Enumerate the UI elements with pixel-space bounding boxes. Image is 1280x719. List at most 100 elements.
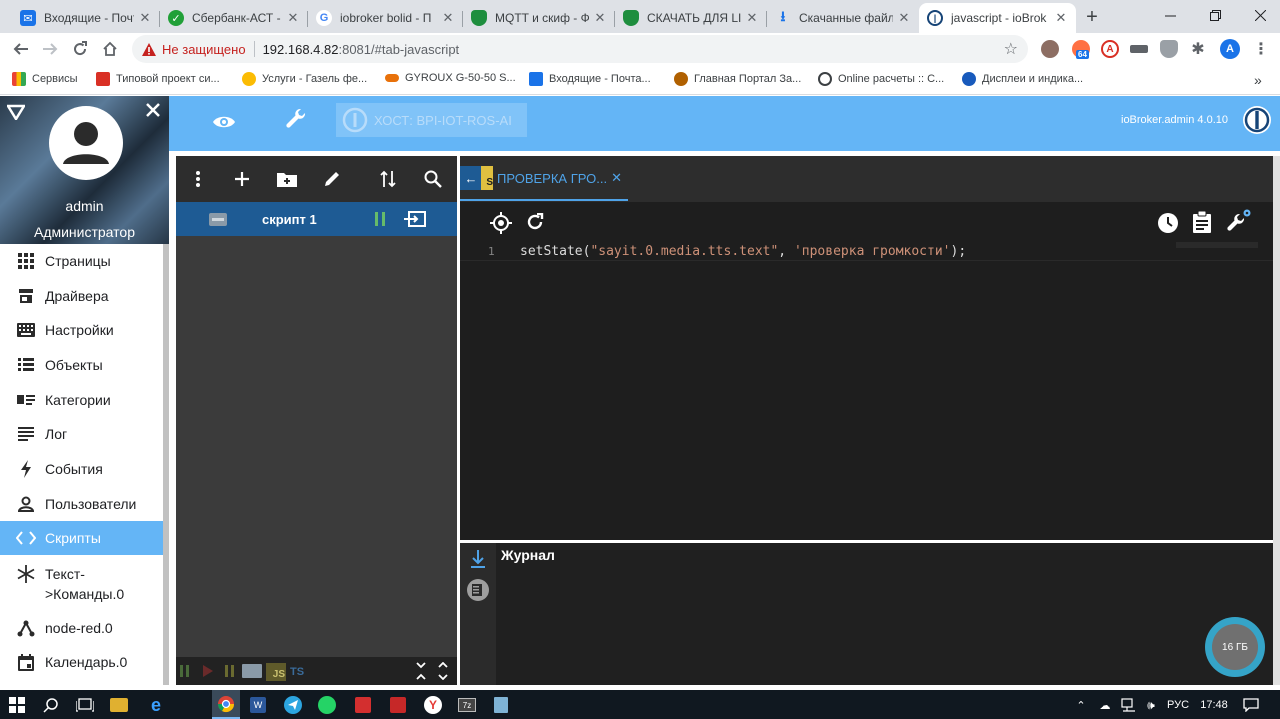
sidebar-item-events[interactable]: События [0, 452, 163, 486]
avatar[interactable] [49, 106, 123, 180]
back-button[interactable] [10, 38, 32, 60]
pause-filter-button[interactable] [225, 665, 235, 677]
sidebar-item-drivers[interactable]: Драйвера [0, 279, 163, 313]
word-icon[interactable]: W [250, 697, 266, 713]
ts-filter-icon[interactable]: TS [290, 666, 304, 678]
new-tab-button[interactable]: + [1082, 6, 1102, 29]
network-icon[interactable] [1118, 694, 1140, 716]
sidebar-item-scripts[interactable]: Скрипты [0, 521, 163, 555]
cloud-icon[interactable]: ☁ [1094, 694, 1116, 716]
restart-button[interactable] [526, 213, 544, 231]
app-icon[interactable] [390, 697, 406, 713]
volume-icon[interactable]: 🕪 [1140, 694, 1162, 716]
profile-avatar[interactable]: A [1220, 39, 1240, 59]
play-all-button[interactable] [203, 665, 213, 677]
telegram-icon[interactable] [284, 696, 302, 714]
menu-toggle-button[interactable] [7, 104, 25, 120]
script-list-item[interactable]: скрипт 1 [176, 202, 457, 236]
bookmark-item[interactable]: Типовой проект си... [96, 72, 220, 86]
address-bar[interactable]: Не защищено 192.168.4.82 :8081/#tab-java… [132, 35, 1028, 63]
more-bookmarks-button[interactable]: » [1254, 72, 1262, 88]
close-tab-icon[interactable]: ✕ [611, 170, 622, 186]
bookmark-services[interactable]: Сервисы [12, 72, 78, 86]
minimize-window-button[interactable] [1150, 2, 1190, 28]
notepad-icon[interactable] [494, 697, 508, 713]
locate-button[interactable] [490, 212, 512, 234]
search-button[interactable] [40, 694, 62, 716]
shield-extension-icon[interactable] [1160, 40, 1178, 58]
language-indicator[interactable]: РУС [1163, 694, 1193, 716]
bookmark-item[interactable]: Online расчеты :: С... [818, 72, 944, 86]
collapse-all-button[interactable] [416, 662, 426, 680]
sidebar-item-log[interactable]: Лог [0, 417, 163, 451]
bookmark-star-icon[interactable]: ☆ [1004, 39, 1018, 59]
whatsapp-icon[interactable] [318, 696, 336, 714]
extension-icon[interactable] [1130, 45, 1148, 53]
close-tab-icon[interactable]: ✕ [138, 10, 152, 26]
close-tab-icon[interactable]: ✕ [745, 10, 759, 26]
bookmark-item[interactable]: Входящие - Почта... [529, 72, 651, 86]
pause-all-button[interactable] [180, 665, 190, 677]
close-tab-icon[interactable]: ✕ [593, 10, 607, 26]
chrome-taskbar-button[interactable] [212, 690, 240, 719]
close-tab-icon[interactable]: ✕ [897, 10, 911, 26]
close-tab-icon[interactable]: ✕ [1054, 10, 1068, 26]
reload-button[interactable] [69, 38, 91, 60]
adblock-icon[interactable]: A [1101, 40, 1119, 58]
tab-script-editor[interactable]: ← S ПРОВЕРКА ГРО... ✕ [460, 156, 628, 200]
extension-icon[interactable] [1041, 40, 1059, 58]
page-scrollbar[interactable] [1273, 156, 1280, 685]
rename-button[interactable] [320, 167, 344, 191]
acrobat-icon[interactable] [355, 697, 371, 713]
bookmark-item[interactable]: Услуги - Газель фе... [242, 72, 367, 86]
arrow-left-icon[interactable]: ← [460, 166, 482, 190]
restore-window-button[interactable] [1195, 2, 1235, 28]
sort-button[interactable] [376, 167, 400, 191]
notifications-button[interactable] [1240, 694, 1262, 716]
open-script-button[interactable] [404, 211, 426, 227]
clear-log-button[interactable] [466, 578, 490, 602]
sidebar-item-objects[interactable]: Объекты [0, 348, 163, 382]
extension-badge-icon[interactable]: 64 [1072, 40, 1090, 59]
browser-tab-downloads[interactable]: ⭳ Скачанные файлы ✕ [767, 3, 919, 33]
scroll-down-button[interactable] [470, 549, 486, 569]
search-button[interactable] [421, 167, 445, 191]
home-button[interactable] [99, 38, 121, 60]
bookmark-item[interactable]: Дисплеи и индика... [962, 72, 1083, 86]
sidebar-item-pages[interactable]: Страницы [0, 244, 163, 278]
yandex-icon[interactable]: Y [424, 696, 442, 714]
task-view-button[interactable] [74, 694, 96, 716]
not-secure-label[interactable]: Не защищено [162, 42, 246, 57]
sidebar-item-text-commands[interactable]: Текст- >Команды.0 [0, 556, 163, 608]
add-script-button[interactable] [230, 167, 254, 191]
close-sidebar-button[interactable] [145, 102, 161, 118]
browser-tab-mqtt[interactable]: MQTT и скиф - Фо ✕ [463, 3, 615, 33]
script-settings-button[interactable] [1226, 208, 1252, 234]
clipboard-button[interactable] [1193, 211, 1211, 233]
js-filter-icon[interactable]: JS [266, 663, 286, 681]
pause-script-button[interactable] [374, 212, 386, 226]
close-tab-icon[interactable]: ✕ [286, 10, 300, 26]
file-explorer-icon[interactable] [110, 698, 128, 712]
code-editor[interactable]: 1 setState("sayit.0.media.tts.text", 'пр… [460, 242, 1273, 540]
iobroker-logo[interactable] [1242, 105, 1272, 135]
add-folder-button[interactable] [275, 167, 299, 191]
wrench-button[interactable] [284, 108, 308, 132]
puzzle-icon[interactable]: ✱ [1189, 40, 1207, 58]
edge-icon[interactable]: e [145, 694, 167, 716]
sidebar-item-node-red[interactable]: node-red.0 [0, 611, 163, 645]
archiver-icon[interactable]: 7z [458, 698, 476, 712]
sidebar-item-users[interactable]: Пользователи [0, 487, 163, 521]
blockly-filter-icon[interactable] [242, 664, 262, 678]
expand-all-button[interactable] [438, 662, 448, 680]
forward-button[interactable] [39, 38, 61, 60]
sidebar-item-settings[interactable]: Настройки [0, 313, 163, 347]
sidebar-item-calendar[interactable]: Календарь.0 [0, 645, 163, 679]
browser-tab-mail[interactable]: ✉ Входящие - Почта ✕ [12, 3, 160, 33]
close-window-button[interactable] [1240, 2, 1280, 28]
browser-tab-google[interactable]: G iobroker bolid - П ✕ [308, 3, 463, 33]
bookmark-item[interactable]: Главная Портал За... [674, 72, 801, 86]
clock-time[interactable]: 17:48 [1198, 694, 1230, 716]
browser-tab-javascript[interactable]: | javascript - ioBrok ✕ [919, 3, 1076, 33]
kebab-menu-icon[interactable]: ⋮ [1252, 40, 1270, 58]
